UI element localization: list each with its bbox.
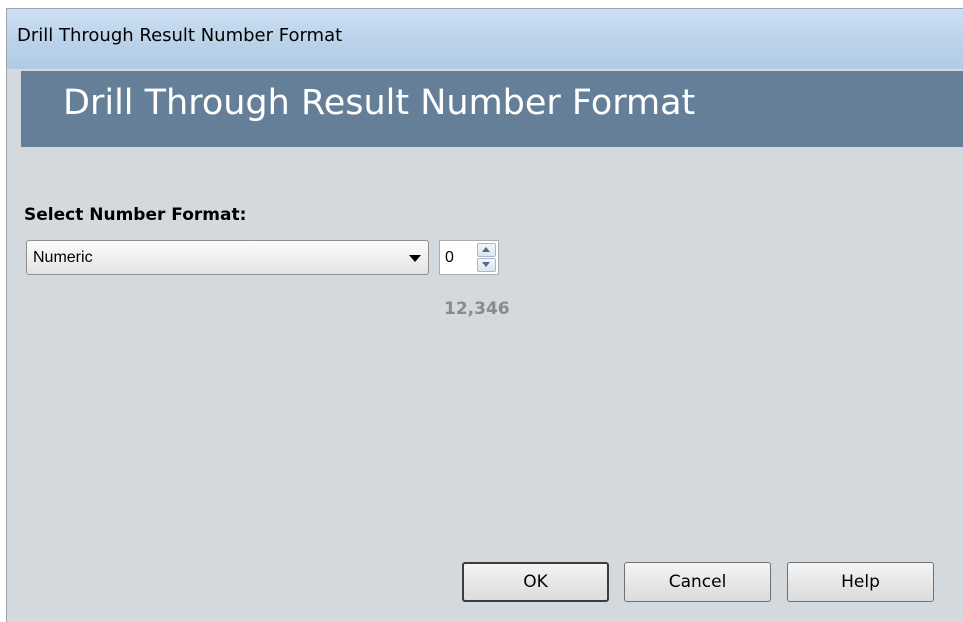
spin-up-button[interactable]: [477, 243, 496, 257]
number-format-selected-value: Numeric: [33, 249, 93, 266]
arrow-up-icon: [482, 247, 490, 252]
dialog-window: Drill Through Result Number Format Drill…: [6, 8, 963, 622]
spin-down-button[interactable]: [477, 258, 496, 272]
ok-button[interactable]: OK: [462, 562, 609, 602]
chevron-down-icon: [409, 255, 421, 262]
page-title: Drill Through Result Number Format: [63, 83, 696, 123]
header-banner: Drill Through Result Number Format: [21, 71, 963, 147]
arrow-down-icon: [482, 262, 490, 267]
format-preview: 12,346: [444, 299, 510, 319]
decimal-places-spinner[interactable]: 0: [439, 240, 499, 275]
cancel-button[interactable]: Cancel: [624, 562, 771, 602]
title-bar[interactable]: Drill Through Result Number Format: [7, 9, 963, 69]
decimal-places-value: 0: [445, 249, 454, 266]
number-format-dropdown[interactable]: Numeric: [26, 240, 429, 275]
window-title: Drill Through Result Number Format: [17, 25, 343, 46]
select-number-format-label: Select Number Format:: [24, 205, 247, 225]
help-button[interactable]: Help: [787, 562, 934, 602]
